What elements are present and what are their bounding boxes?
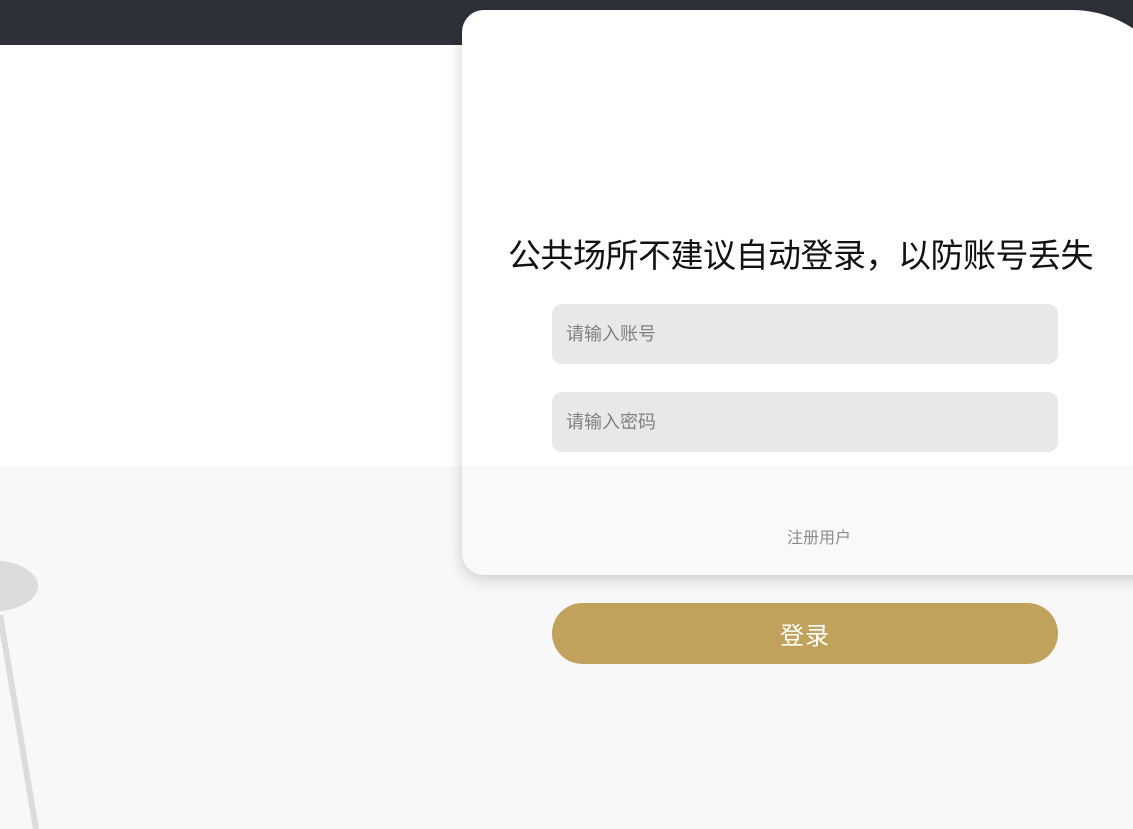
login-button[interactable]: 登录 — [552, 603, 1058, 664]
account-input[interactable] — [552, 304, 1058, 364]
password-input[interactable] — [552, 392, 1058, 452]
lamp-stand — [0, 614, 39, 829]
account-field[interactable] — [552, 304, 1058, 364]
lamp-illustration — [0, 560, 39, 829]
login-card-lower — [462, 466, 1133, 575]
register-link[interactable]: 注册用户 — [760, 524, 878, 548]
lamp-shade — [0, 560, 38, 612]
security-notice: 公共场所不建议自动登录，以防账号丢失 — [508, 236, 1094, 275]
login-card — [462, 10, 1133, 575]
password-field[interactable] — [552, 392, 1058, 452]
